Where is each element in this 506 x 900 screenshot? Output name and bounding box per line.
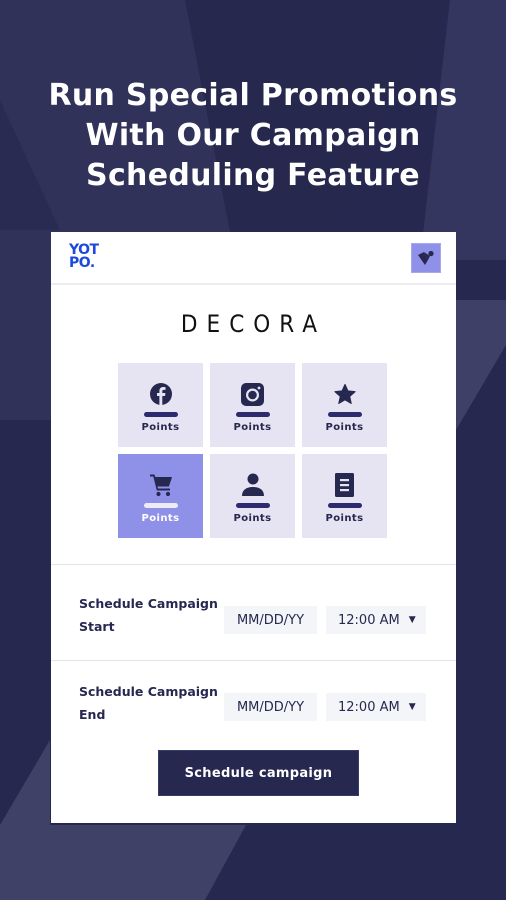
tile-shopping-cart[interactable]: Points — [118, 454, 203, 538]
schedule-campaign-button[interactable]: Schedule campaign — [158, 750, 359, 796]
shopping-cart-icon — [149, 474, 172, 497]
label-line-2: End — [79, 707, 106, 722]
headline-line-2: With Our Campaign — [85, 118, 421, 153]
tile-instagram[interactable]: Points — [210, 363, 295, 447]
start-date-input[interactable] — [224, 606, 317, 634]
tile-label: Points — [141, 422, 180, 433]
card-header: YOT PO. — [51, 232, 456, 285]
end-time-value: 12:00 AM — [338, 699, 400, 715]
label-line-1: Schedule Campaign — [79, 596, 218, 611]
label-line-2: Start — [79, 619, 115, 634]
headline-line-3: Scheduling Feature — [86, 158, 420, 193]
loyalty-widget-card: YOT PO. DECORA Points Points Points Poin… — [51, 232, 456, 823]
yotpo-logo: YOT PO. — [69, 243, 99, 271]
tile-bar — [327, 412, 362, 417]
tile-label: Points — [325, 422, 364, 433]
star-icon — [333, 383, 356, 404]
instagram-icon — [241, 382, 264, 406]
schedule-end-row: Schedule Campaign End 12:00 AM ▼ — [51, 661, 456, 757]
document-icon — [335, 473, 354, 497]
heart-icon — [418, 250, 434, 265]
tile-bar — [235, 503, 270, 508]
chevron-down-icon: ▼ — [408, 615, 416, 625]
start-time-value: 12:00 AM — [338, 612, 400, 628]
tile-user[interactable]: Points — [210, 454, 295, 538]
tile-facebook[interactable]: Points — [118, 363, 203, 447]
brand-name: DECORA — [180, 310, 327, 338]
end-time-select[interactable]: 12:00 AM ▼ — [326, 693, 426, 721]
start-time-select[interactable]: 12:00 AM ▼ — [326, 606, 426, 634]
end-date-input[interactable] — [224, 693, 317, 721]
label-line-1: Schedule Campaign — [79, 684, 218, 699]
schedule-end-label: Schedule Campaign End — [79, 680, 219, 726]
headline: Run Special Promotions With Our Campaign… — [0, 76, 506, 196]
facebook-icon — [149, 383, 172, 405]
vip-badge-button[interactable] — [411, 243, 441, 273]
tile-bar — [143, 503, 178, 508]
tile-document[interactable]: Points — [302, 454, 387, 538]
tile-bar — [235, 412, 270, 417]
tile-label: Points — [233, 513, 272, 524]
tile-label: Points — [233, 422, 272, 433]
tile-star[interactable]: Points — [302, 363, 387, 447]
earning-tiles-grid: Points Points Points Points Points Point… — [118, 363, 389, 538]
schedule-start-row: Schedule Campaign Start 12:00 AM ▼ — [51, 565, 456, 661]
tile-bar — [143, 412, 178, 417]
headline-line-1: Run Special Promotions — [48, 78, 458, 113]
chevron-down-icon: ▼ — [408, 702, 416, 712]
schedule-start-label: Schedule Campaign Start — [79, 592, 219, 638]
user-icon — [241, 473, 264, 496]
tile-bar — [327, 503, 362, 508]
tile-label: Points — [141, 513, 180, 524]
tile-label: Points — [325, 513, 364, 524]
logo-line-2: PO. — [69, 255, 95, 271]
